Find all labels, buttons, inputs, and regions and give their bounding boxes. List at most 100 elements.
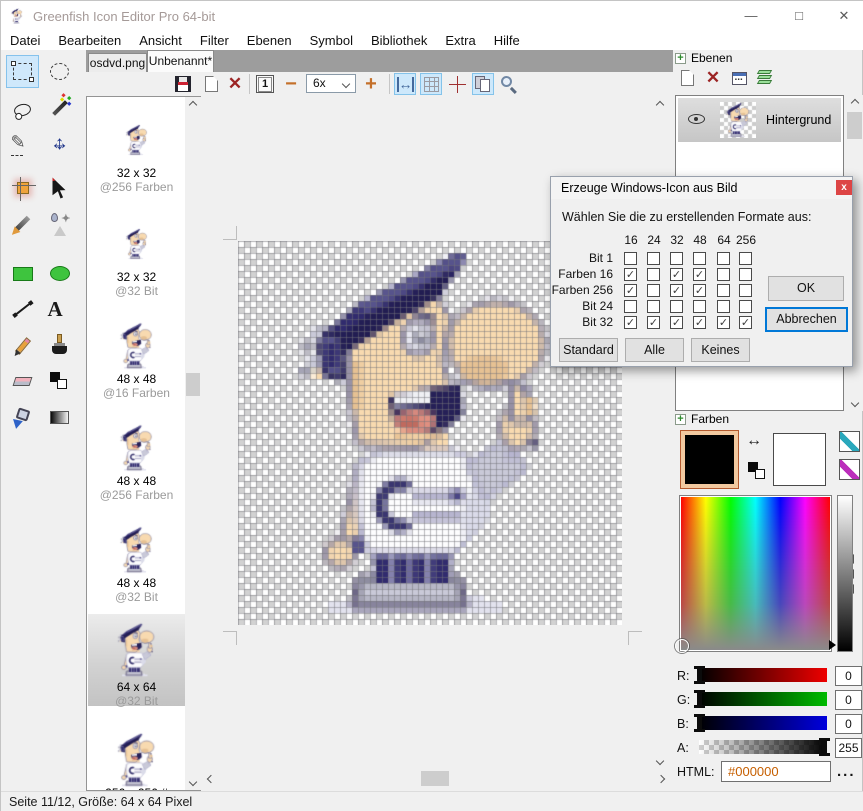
show-grid-button[interactable] bbox=[420, 73, 442, 95]
value-pointer-icon[interactable] bbox=[829, 640, 836, 650]
tool-rectangle[interactable] bbox=[6, 257, 39, 290]
layer-new-button[interactable] bbox=[675, 66, 699, 90]
layer-properties-button[interactable] bbox=[727, 66, 751, 90]
b-value[interactable]: 0 bbox=[835, 714, 862, 734]
standard-button[interactable]: Standard bbox=[559, 338, 618, 362]
scroll-up-icon[interactable] bbox=[185, 97, 201, 113]
checkbox-32Bit-48[interactable]: ✓ bbox=[693, 316, 706, 329]
checkbox-16Farben-48[interactable]: ✓ bbox=[693, 268, 706, 281]
tool-color-replace[interactable] bbox=[43, 365, 76, 398]
checkbox-256Farben-24[interactable] bbox=[647, 284, 660, 297]
a-slider[interactable] bbox=[699, 740, 827, 754]
menu-bibliothek[interactable]: Bibliothek bbox=[362, 31, 436, 50]
checkbox-16Farben-32[interactable]: ✓ bbox=[670, 268, 683, 281]
value-bar[interactable] bbox=[837, 495, 853, 652]
inverted-color-chip[interactable] bbox=[839, 459, 860, 480]
checkbox-32Bit-256[interactable]: ✓ bbox=[739, 316, 752, 329]
menu-extra[interactable]: Extra bbox=[436, 31, 484, 50]
menu-filter[interactable]: Filter bbox=[191, 31, 238, 50]
tool-text[interactable]: A bbox=[43, 293, 76, 326]
tab-osdvdpng[interactable]: osdvd.png bbox=[88, 53, 147, 72]
tool-select-pen[interactable]: ✎ bbox=[6, 127, 39, 160]
checkbox-1Bit-32[interactable] bbox=[670, 252, 683, 265]
checkbox-16Farben-16[interactable]: ✓ bbox=[624, 268, 637, 281]
tool-eraser[interactable] bbox=[6, 365, 39, 398]
maximize-icon[interactable]: □ bbox=[782, 5, 816, 27]
checkbox-32Bit-32[interactable]: ✓ bbox=[670, 316, 683, 329]
foreground-color-swatch[interactable] bbox=[681, 431, 738, 488]
checkbox-16Farben-24[interactable] bbox=[647, 268, 660, 281]
all-button[interactable]: Alle bbox=[625, 338, 684, 362]
background-color-swatch[interactable] bbox=[773, 433, 826, 486]
more-colors-button[interactable]: ... bbox=[837, 763, 856, 780]
checkbox-24Bit-32[interactable] bbox=[670, 300, 683, 313]
zoom-in-button[interactable]: + bbox=[360, 73, 382, 95]
slider-handle[interactable] bbox=[822, 738, 827, 756]
save-button[interactable] bbox=[172, 73, 194, 95]
page-item-7[interactable]: 256 x 256 # bbox=[88, 730, 185, 791]
tool-retouch[interactable]: ✦ bbox=[43, 207, 76, 240]
g-value[interactable]: 0 bbox=[835, 690, 862, 710]
tool-select-ellipse[interactable] bbox=[43, 55, 76, 88]
checkbox-32Bit-64[interactable]: ✓ bbox=[717, 316, 730, 329]
checkbox-256Farben-256[interactable] bbox=[739, 284, 752, 297]
tool-ellipse[interactable] bbox=[43, 257, 76, 290]
swap-colors-icon[interactable]: ↔ bbox=[746, 432, 762, 450]
fg-bg-mini-icon[interactable] bbox=[748, 462, 768, 482]
tool-pencil[interactable] bbox=[6, 329, 39, 362]
checkbox-24Bit-16[interactable] bbox=[624, 300, 637, 313]
close-icon[interactable]: ✕ bbox=[827, 5, 861, 27]
layer-row-hintergrund[interactable]: Hintergrund bbox=[678, 98, 841, 142]
visibility-eye-icon[interactable] bbox=[688, 114, 705, 124]
tool-bucket-fill[interactable] bbox=[6, 401, 39, 434]
delete-page-button[interactable]: ✕ bbox=[224, 73, 246, 95]
slider-handle[interactable] bbox=[697, 690, 702, 708]
scroll-up-icon[interactable] bbox=[846, 95, 863, 111]
scroll-down-icon[interactable] bbox=[185, 774, 201, 790]
dialog-close-icon[interactable]: x bbox=[836, 180, 852, 195]
html-color-input[interactable]: #000000 bbox=[721, 761, 831, 782]
page-item-2[interactable]: 32 x 32@32 Bit bbox=[88, 214, 185, 314]
menu-bearbeiten[interactable]: Bearbeiten bbox=[49, 31, 130, 50]
a-value[interactable]: 255 bbox=[835, 738, 862, 758]
checkbox-256Farben-16[interactable]: ✓ bbox=[624, 284, 637, 297]
slider-handle[interactable] bbox=[697, 714, 702, 732]
checkbox-24Bit-256[interactable] bbox=[739, 300, 752, 313]
tool-gradient[interactable] bbox=[43, 401, 76, 434]
tool-pointer[interactable] bbox=[43, 171, 76, 204]
page-item-4[interactable]: 48 x 48@256 Farben bbox=[88, 418, 185, 518]
checkbox-16Farben-64[interactable] bbox=[717, 268, 730, 281]
g-slider[interactable] bbox=[699, 692, 827, 706]
scrollbar-thumb[interactable] bbox=[186, 373, 200, 396]
page-item-3[interactable]: 48 x 48@16 Farben bbox=[88, 316, 185, 416]
actual-size-button[interactable]: 1 bbox=[254, 73, 276, 95]
cancel-button[interactable]: Abbrechen bbox=[765, 307, 848, 332]
checkbox-24Bit-48[interactable] bbox=[693, 300, 706, 313]
scroll-up-icon[interactable] bbox=[651, 96, 668, 113]
checkbox-16Farben-256[interactable] bbox=[739, 268, 752, 281]
checkbox-1Bit-24[interactable] bbox=[647, 252, 660, 265]
new-page-button[interactable] bbox=[200, 73, 222, 95]
color-field-cursor[interactable] bbox=[675, 639, 689, 653]
page-item-6[interactable]: 64 x 64@32 Bit bbox=[88, 614, 185, 706]
zoom-out-button[interactable]: − bbox=[280, 73, 302, 95]
transparent-color-chip[interactable] bbox=[839, 431, 860, 452]
checkbox-1Bit-64[interactable] bbox=[717, 252, 730, 265]
checkbox-32Bit-24[interactable]: ✓ bbox=[647, 316, 660, 329]
checkbox-256Farben-32[interactable]: ✓ bbox=[670, 284, 683, 297]
checkbox-1Bit-48[interactable] bbox=[693, 252, 706, 265]
scrollbar-thumb[interactable] bbox=[847, 112, 862, 139]
r-slider[interactable] bbox=[699, 668, 827, 682]
tool-eyedropper[interactable] bbox=[6, 207, 39, 240]
pages-scrollbar[interactable] bbox=[185, 97, 201, 790]
scroll-down-icon[interactable] bbox=[651, 752, 668, 769]
menu-hilfe[interactable]: Hilfe bbox=[485, 31, 529, 50]
checkbox-256Farben-48[interactable]: ✓ bbox=[693, 284, 706, 297]
canvas-hscrollbar[interactable] bbox=[202, 770, 669, 787]
fit-window-button[interactable]: ↔ bbox=[394, 73, 416, 95]
minimize-icon[interactable]: — bbox=[734, 5, 768, 27]
layers-expand-icon[interactable]: + bbox=[675, 53, 686, 64]
tool-select-lasso[interactable] bbox=[6, 91, 39, 124]
slider-handle[interactable] bbox=[697, 666, 702, 684]
scroll-right-icon[interactable] bbox=[652, 770, 669, 787]
